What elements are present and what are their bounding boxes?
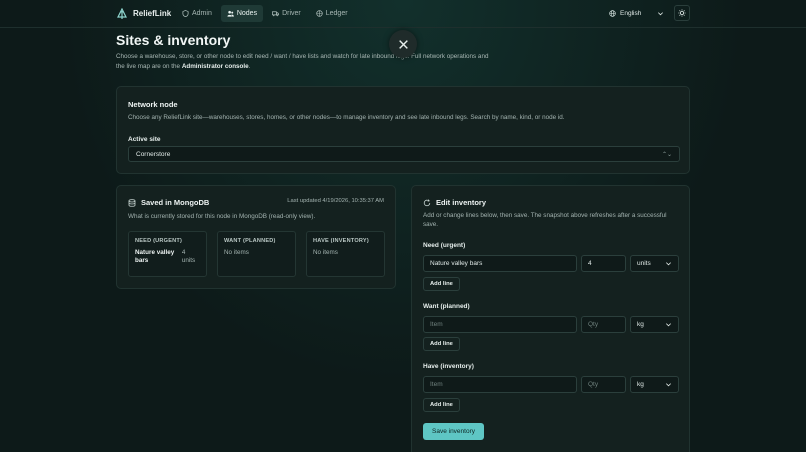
save-inventory-button[interactable]: Save inventory xyxy=(423,423,484,440)
want-column: WANT (PLANNED) No items xyxy=(217,231,296,277)
nav-ledger-label: Ledger xyxy=(325,10,348,17)
nav-ledger[interactable]: Ledger xyxy=(310,5,354,22)
active-site-value: Cornerstore xyxy=(136,150,171,158)
chevron-down-icon xyxy=(666,262,671,266)
network-node-card: Network node Choose any ReliefLink site—… xyxy=(116,86,690,174)
chevron-down-icon xyxy=(666,383,671,387)
nav-nodes-label: Nodes xyxy=(236,10,258,17)
close-button[interactable] xyxy=(389,30,417,58)
brand-name: ReliefLink xyxy=(133,9,172,18)
nav-driver[interactable]: Driver xyxy=(266,5,307,22)
want-qty-input[interactable]: Qty xyxy=(581,316,626,333)
have-section-label: Have (inventory) xyxy=(423,363,474,370)
page-title: Sites & inventory xyxy=(116,32,231,48)
want-unit-value: kg xyxy=(637,321,644,328)
want-section-label: Want (planned) xyxy=(423,303,470,310)
active-site-label: Active site xyxy=(128,136,161,143)
database-icon xyxy=(128,198,136,207)
want-add-line-button[interactable]: Add line xyxy=(423,337,460,351)
have-item-input[interactable]: Item xyxy=(423,376,577,393)
relief-tree-icon xyxy=(116,7,128,20)
last-updated: Last updated 4/19/2026, 10:35:37 AM xyxy=(287,198,384,204)
want-item-input[interactable]: Item xyxy=(423,316,577,333)
select-updown-icon: ⌃⌄ xyxy=(661,151,672,158)
brand[interactable]: ReliefLink xyxy=(116,6,171,21)
have-column-title: HAVE (INVENTORY) xyxy=(313,238,369,244)
nav-driver-label: Driver xyxy=(282,10,301,17)
have-unit-value: kg xyxy=(637,381,644,388)
active-site-select[interactable]: Cornerstore ⌃⌄ xyxy=(128,146,680,162)
people-icon xyxy=(227,10,234,17)
page-description: Choose a warehouse, store, or other node… xyxy=(116,52,496,71)
refresh-icon xyxy=(423,198,431,206)
need-section-label: Need (urgent) xyxy=(423,242,466,249)
sun-icon xyxy=(678,9,686,17)
edit-title-row: Edit inventory xyxy=(423,198,486,207)
network-node-heading: Network node xyxy=(128,100,178,109)
need-item-name: Nature valley bars xyxy=(135,249,175,264)
language-value: English xyxy=(620,9,642,17)
edit-description: Add or change lines below, then save. Th… xyxy=(423,212,667,228)
need-add-line-button[interactable]: Add line xyxy=(423,277,460,291)
need-column-title: NEED (URGENT) xyxy=(135,238,183,244)
chevron-down-icon xyxy=(666,323,671,327)
need-list-item: Nature valley bars 4 units xyxy=(135,249,200,265)
theme-toggle-button[interactable] xyxy=(674,5,690,21)
truck-icon xyxy=(272,11,280,17)
network-node-description: Choose any ReliefLink site—warehouses, s… xyxy=(128,114,565,121)
need-column: NEED (URGENT) Nature valley bars 4 units xyxy=(128,231,207,277)
saved-in-mongodb-card: Saved in MongoDB Last updated 4/19/2026,… xyxy=(116,185,396,289)
main-nav: Admin Nodes Driver Ledger xyxy=(176,5,354,22)
chevron-down-icon xyxy=(658,11,663,15)
administrator-console-link[interactable]: Administrator console xyxy=(182,63,249,70)
want-unit-select[interactable]: kg xyxy=(630,316,679,333)
header-divider xyxy=(0,27,806,28)
ledger-icon xyxy=(316,10,323,17)
language-select[interactable]: English xyxy=(604,5,669,21)
close-icon xyxy=(398,39,408,49)
nav-admin[interactable]: Admin xyxy=(176,5,218,22)
have-empty-text: No items xyxy=(313,249,338,256)
have-qty-input[interactable]: Qty xyxy=(581,376,626,393)
nav-nodes[interactable]: Nodes xyxy=(220,5,264,22)
need-unit-select[interactable]: units xyxy=(630,255,679,272)
edit-heading: Edit inventory xyxy=(436,198,487,207)
shield-icon xyxy=(182,10,189,17)
need-unit-value: units xyxy=(637,260,651,267)
have-column: HAVE (INVENTORY) No items xyxy=(306,231,385,277)
globe-icon xyxy=(609,9,616,17)
want-column-title: WANT (PLANNED) xyxy=(224,238,276,244)
need-item-input[interactable]: Nature valley bars xyxy=(423,255,577,272)
saved-description: What is currently stored for this node i… xyxy=(128,213,316,220)
need-qty-input[interactable]: 4 xyxy=(581,255,626,272)
have-unit-select[interactable]: kg xyxy=(630,376,679,393)
need-item-qty: 4 units xyxy=(181,249,196,264)
saved-title-row: Saved in MongoDB xyxy=(128,198,209,207)
saved-heading: Saved in MongoDB xyxy=(141,198,210,207)
want-empty-text: No items xyxy=(224,249,249,256)
nav-admin-label: Admin xyxy=(192,10,212,17)
have-add-line-button[interactable]: Add line xyxy=(423,398,460,412)
page-description-end: . xyxy=(248,62,251,70)
page-description-text: Choose a warehouse, store, or other node… xyxy=(116,53,489,70)
top-nav-bar: ReliefLink Admin Nodes Driver Ledger Eng… xyxy=(0,0,806,27)
edit-inventory-card: Edit inventory Add or change lines below… xyxy=(411,185,690,452)
